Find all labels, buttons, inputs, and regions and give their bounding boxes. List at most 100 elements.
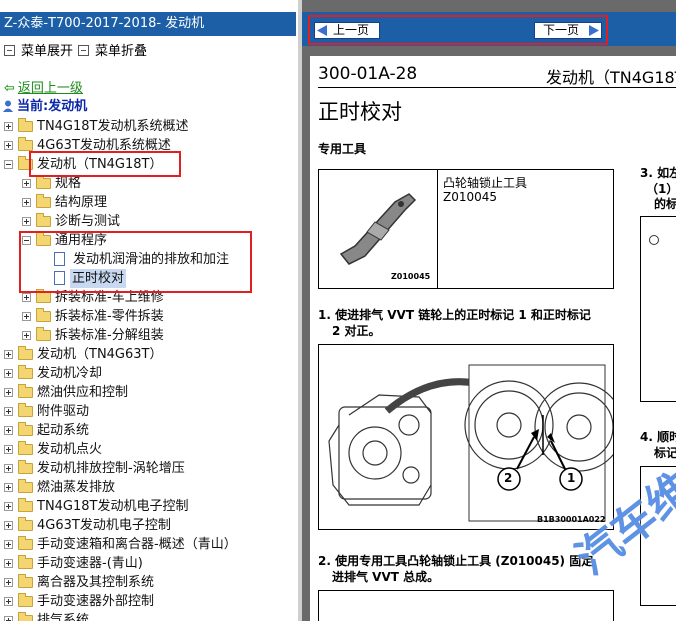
expand-toggle-icon[interactable]: [22, 331, 31, 340]
tree-item[interactable]: 离合器及其控制系统: [4, 573, 296, 592]
engine-diagram-image: [328, 364, 613, 522]
expand-toggle-icon[interactable]: [4, 445, 13, 454]
tree-item-label: 排气系统: [37, 613, 90, 621]
collapse-toggle-icon[interactable]: [4, 160, 13, 169]
tree-item[interactable]: 起动系统: [4, 421, 296, 440]
expand-toggle-icon[interactable]: [4, 559, 13, 568]
tree-item[interactable]: 排气系统: [4, 611, 296, 621]
tree-item[interactable]: 发动机冷却: [4, 364, 296, 383]
tree-item[interactable]: 燃油供应和控制: [4, 383, 296, 402]
doc-code: 300-01A-28: [318, 64, 418, 84]
doc-section: 发动机（TN4G18T）: [546, 68, 676, 87]
tree-item-label: TN4G18T发动机电子控制: [37, 499, 189, 514]
document-page: 300-01A-28 发动机（TN4G18T） 正时校对 专用工具 Z01004…: [310, 56, 676, 621]
expand-toggle-icon[interactable]: [4, 540, 13, 549]
expand-toggle-icon[interactable]: [4, 578, 13, 587]
folder-icon: [18, 384, 33, 398]
folder-icon: [18, 517, 33, 531]
tool-code: Z010045: [443, 190, 498, 204]
menu-expand-label: 菜单展开: [21, 44, 74, 59]
back-arrow-icon: ⇦: [4, 81, 15, 96]
expand-toggle-icon[interactable]: [4, 597, 13, 606]
tree-item-label: 4G63T发动机电子控制: [37, 518, 171, 533]
expand-toggle-icon[interactable]: [4, 464, 13, 473]
menu-expand-button[interactable]: 菜单展开: [4, 43, 73, 61]
expand-toggle-icon[interactable]: [4, 388, 13, 397]
step-1-text-cont: 2 对正。: [332, 324, 381, 338]
expand-toggle-icon[interactable]: [4, 350, 13, 359]
folder-icon: [36, 194, 51, 208]
tree-item-label: 发动机冷却: [37, 366, 103, 381]
step-2-text: 2. 使用专用工具凸轮轴锁止工具 (Z010045) 固定: [318, 554, 594, 568]
tree-item-label: 手动变速器-(青山): [37, 556, 143, 571]
cam-lock-tool-image: [339, 193, 417, 265]
tool-image-code: Z010045: [391, 272, 431, 281]
menu-collapse-button[interactable]: 菜单折叠: [78, 43, 147, 61]
header-rule: [318, 87, 676, 88]
tree-item[interactable]: 燃油蒸发排放: [4, 478, 296, 497]
person-icon: [3, 100, 13, 112]
expand-toggle-icon[interactable]: [22, 217, 31, 226]
tree-item[interactable]: 拆装标准-零件拆装: [22, 307, 296, 326]
folder-icon: [18, 593, 33, 607]
back-link-label: 返回上一级: [17, 81, 83, 96]
step-4-text: 4. 顺时: [640, 430, 676, 444]
folder-icon: [18, 555, 33, 569]
tree-item[interactable]: 4G63T发动机电子控制: [4, 516, 296, 535]
expand-toggle-icon[interactable]: [4, 407, 13, 416]
tree-item[interactable]: 手动变速器外部控制: [4, 592, 296, 611]
tree-item[interactable]: 发动机（TN4G63T）: [4, 345, 296, 364]
tree-item-label: 发动机（TN4G63T）: [37, 347, 163, 362]
expand-toggle-icon[interactable]: [4, 502, 13, 511]
tree-item[interactable]: 诊断与测试: [22, 212, 296, 231]
expand-toggle-icon[interactable]: [22, 179, 31, 188]
tree-item-label: 手动变速器外部控制: [37, 594, 155, 609]
tree-item[interactable]: 发动机排放控制-涡轮增压: [4, 459, 296, 478]
folder-icon: [36, 308, 51, 322]
step-1-text: 1. 使进排气 VVT 链轮上的正时标记 1 和正时标记: [318, 308, 591, 322]
back-link[interactable]: ⇦ 返回上一级: [4, 80, 83, 98]
folder-icon: [18, 574, 33, 588]
expand-toggle-icon[interactable]: [4, 426, 13, 435]
tree-item[interactable]: 拆装标准-分解组装: [22, 326, 296, 345]
folder-icon: [18, 460, 33, 474]
tools-heading: 专用工具: [318, 142, 367, 156]
folder-icon: [18, 137, 33, 151]
tree-item-label: 发动机排放控制-涡轮增压: [37, 461, 185, 476]
step-2-text-cont: 进排气 VVT 总成。: [332, 570, 440, 584]
folder-icon: [18, 479, 33, 493]
expand-toggle-icon[interactable]: [4, 141, 13, 150]
tree-item-label: 结构原理: [55, 195, 108, 210]
tool-table: Z010045 凸轮轴锁止工具 Z010045: [318, 169, 614, 289]
callout-2: 2: [504, 471, 513, 485]
expand-toggle-icon[interactable]: [4, 483, 13, 492]
expand-toggle-icon[interactable]: [22, 293, 31, 302]
expand-toggle-icon[interactable]: [22, 198, 31, 207]
expand-icon: [4, 45, 15, 56]
folder-icon: [18, 498, 33, 512]
expand-toggle-icon[interactable]: [4, 521, 13, 530]
document-pane: 上一页 下一页 300-01A-28 发动机（TN4G18T） 正时校对 专用工…: [302, 0, 676, 621]
tree-item[interactable]: TN4G18T发动机电子控制: [4, 497, 296, 516]
collapse-icon: [78, 45, 89, 56]
tree-item[interactable]: 手动变速箱和离合器-概述（青山）: [4, 535, 296, 554]
tree-item-label: 手动变速箱和离合器-概述（青山）: [37, 537, 237, 552]
highlight-box-procedure: [19, 231, 252, 293]
tree-item[interactable]: 手动变速器-(青山): [4, 554, 296, 573]
expand-toggle-icon[interactable]: [4, 616, 13, 621]
folder-icon: [18, 346, 33, 360]
highlight-box-nav: [308, 15, 608, 45]
expand-toggle-icon[interactable]: [22, 312, 31, 321]
tree-item-label: 诊断与测试: [55, 214, 121, 229]
tree-item-label: 燃油供应和控制: [37, 385, 129, 400]
tree-item[interactable]: 结构原理: [22, 193, 296, 212]
expand-toggle-icon[interactable]: [4, 122, 13, 131]
tree-item[interactable]: 发动机点火: [4, 440, 296, 459]
tree-item[interactable]: 附件驱动: [4, 402, 296, 421]
tree-item[interactable]: TN4G18T发动机系统概述: [4, 117, 296, 136]
expand-toggle-icon[interactable]: [4, 369, 13, 378]
folder-icon: [36, 175, 51, 189]
tree-item-label: 拆装标准-零件拆装: [55, 309, 164, 324]
current-location: 当前:发动机: [2, 98, 87, 116]
folder-icon: [36, 213, 51, 227]
